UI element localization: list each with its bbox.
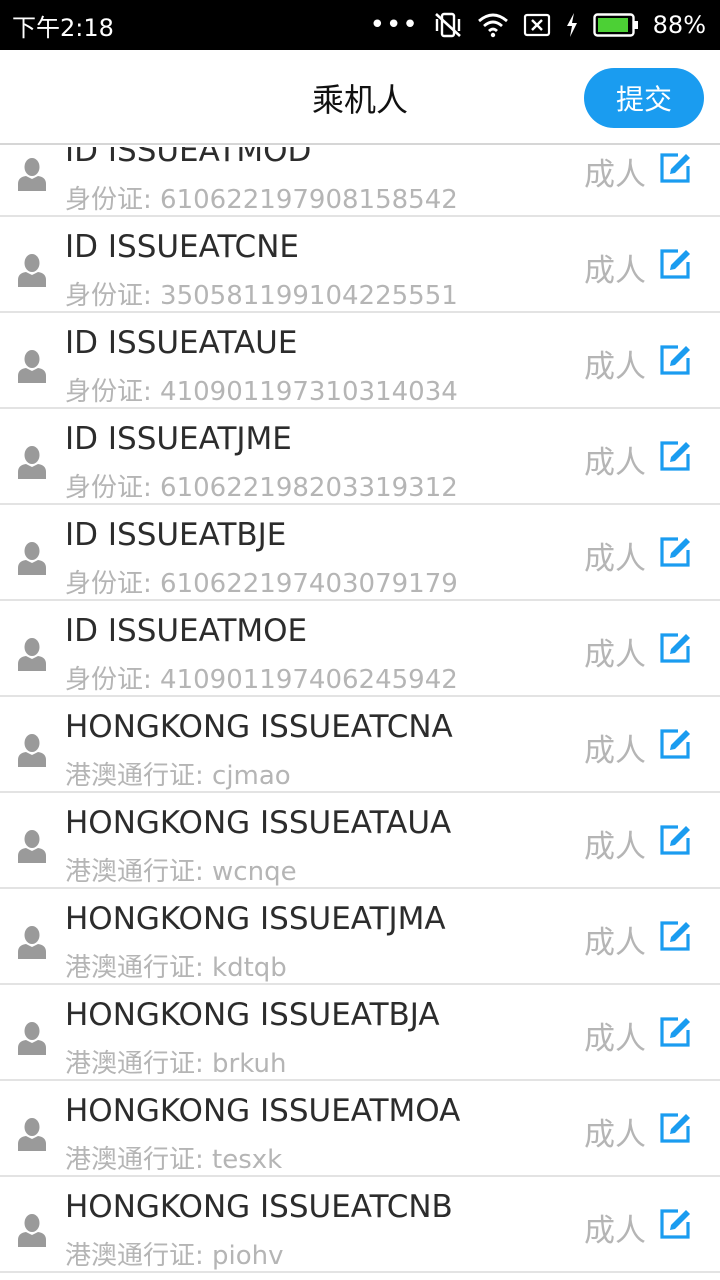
passenger-type: 成人 xyxy=(584,541,646,577)
edit-icon[interactable] xyxy=(658,1111,692,1145)
passenger-row[interactable]: HONGKONG ISSUEATCNA 港澳通行证: cjmao 成人 xyxy=(0,697,720,793)
app-header: 乘机人 提交 xyxy=(0,50,720,145)
passenger-name: HONGKONG ISSUEATJMA xyxy=(65,901,446,937)
passenger-list-content: ID ISSUEATMOD 身份证: 610622197908158542 成人… xyxy=(0,147,720,1273)
passenger-row[interactable]: ID ISSUEATJME 身份证: 610622198203319312 成人 xyxy=(0,409,720,505)
passenger-name: HONGKONG ISSUEATMOA xyxy=(65,1093,461,1129)
status-time: 下午2:18 xyxy=(12,13,114,42)
passenger-row[interactable]: ID ISSUEATAUE 身份证: 410901197310314034 成人 xyxy=(0,313,720,409)
edit-icon[interactable] xyxy=(658,727,692,761)
passenger-type: 成人 xyxy=(584,445,646,481)
passenger-type: 成人 xyxy=(584,1021,646,1057)
person-icon xyxy=(18,158,46,191)
passenger-row[interactable]: ID ISSUEATMOD 身份证: 610622197908158542 成人 xyxy=(0,147,720,217)
person-icon xyxy=(18,1118,46,1151)
edit-icon[interactable] xyxy=(658,1207,692,1241)
passenger-document: 港澳通行证: cjmao xyxy=(65,761,291,791)
person-icon xyxy=(18,446,46,479)
person-icon xyxy=(18,734,46,767)
person-icon xyxy=(18,1022,46,1055)
person-icon xyxy=(18,830,46,863)
passenger-document: 港澳通行证: tesxk xyxy=(65,1145,283,1175)
passenger-row[interactable]: HONGKONG ISSUEATAUA 港澳通行证: wcnqe 成人 xyxy=(0,793,720,889)
passenger-document: 港澳通行证: brkuh xyxy=(65,1049,287,1079)
passenger-name: ID ISSUEATCNE xyxy=(65,229,299,265)
vibrate-off-icon xyxy=(433,11,463,39)
passenger-document: 身份证: 410901197406245942 xyxy=(65,665,458,695)
passenger-document: 港澳通行证: piohv xyxy=(65,1241,284,1271)
battery-percent: 88% xyxy=(652,11,706,39)
wifi-icon xyxy=(477,12,509,38)
person-icon xyxy=(18,254,46,287)
passenger-list[interactable]: ID ISSUEATMOD 身份证: 610622197908158542 成人… xyxy=(0,147,720,1280)
passenger-name: ID ISSUEATAUE xyxy=(65,325,298,361)
passenger-name: HONGKONG ISSUEATCNB xyxy=(65,1189,453,1225)
status-bar: 下午2:18 ••• 88% xyxy=(0,0,720,50)
passenger-type: 成人 xyxy=(584,349,646,385)
passenger-type: 成人 xyxy=(584,829,646,865)
more-dots-icon: ••• xyxy=(369,10,419,40)
passenger-document: 身份证: 610622198203319312 xyxy=(65,473,458,503)
status-icons: ••• 88% xyxy=(370,11,706,39)
passenger-document: 港澳通行证: kdtqb xyxy=(65,953,287,983)
passenger-type: 成人 xyxy=(584,1213,646,1249)
edit-icon[interactable] xyxy=(658,439,692,473)
edit-icon[interactable] xyxy=(658,823,692,857)
person-icon xyxy=(18,926,46,959)
passenger-row[interactable]: ID ISSUEATBJE 身份证: 610622197403079179 成人 xyxy=(0,505,720,601)
person-icon xyxy=(18,638,46,671)
edit-icon[interactable] xyxy=(658,343,692,377)
passenger-document: 港澳通行证: wcnqe xyxy=(65,857,297,887)
passenger-document: 身份证: 610622197908158542 xyxy=(65,185,458,215)
edit-icon[interactable] xyxy=(658,247,692,281)
passenger-name: ID ISSUEATMOD xyxy=(65,147,312,169)
passenger-name: ID ISSUEATJME xyxy=(65,421,292,457)
person-icon xyxy=(18,542,46,575)
battery-icon xyxy=(592,13,639,37)
charging-bolt-icon xyxy=(565,12,579,38)
passenger-type: 成人 xyxy=(584,157,646,193)
passenger-document: 身份证: 410901197310314034 xyxy=(65,377,458,407)
person-icon xyxy=(18,1214,46,1247)
passenger-name: HONGKONG ISSUEATBJA xyxy=(65,997,440,1033)
passenger-type: 成人 xyxy=(584,253,646,289)
sim-off-icon xyxy=(523,13,551,37)
edit-icon[interactable] xyxy=(658,535,692,569)
passenger-document: 身份证: 610622197403079179 xyxy=(65,569,458,599)
passenger-row[interactable]: HONGKONG ISSUEATCNB 港澳通行证: piohv 成人 xyxy=(0,1177,720,1273)
passenger-row[interactable]: HONGKONG ISSUEATMOA 港澳通行证: tesxk 成人 xyxy=(0,1081,720,1177)
passenger-type: 成人 xyxy=(584,733,646,769)
passenger-name: ID ISSUEATMOE xyxy=(65,613,308,649)
passenger-row[interactable]: ID ISSUEATCNE 身份证: 350581199104225551 成人 xyxy=(0,217,720,313)
passenger-row[interactable]: HONGKONG ISSUEATJMA 港澳通行证: kdtqb 成人 xyxy=(0,889,720,985)
passenger-type: 成人 xyxy=(584,1117,646,1153)
passenger-name: ID ISSUEATBJE xyxy=(65,517,287,553)
passenger-type: 成人 xyxy=(584,637,646,673)
passenger-row[interactable]: HONGKONG ISSUEATBJA 港澳通行证: brkuh 成人 xyxy=(0,985,720,1081)
passenger-document: 身份证: 350581199104225551 xyxy=(65,281,458,311)
passenger-name: HONGKONG ISSUEATAUA xyxy=(65,805,452,841)
edit-icon[interactable] xyxy=(658,151,692,185)
passenger-name: HONGKONG ISSUEATCNA xyxy=(65,709,453,745)
edit-icon[interactable] xyxy=(658,631,692,665)
edit-icon[interactable] xyxy=(658,919,692,953)
passenger-type: 成人 xyxy=(584,925,646,961)
edit-icon[interactable] xyxy=(658,1015,692,1049)
person-icon xyxy=(18,350,46,383)
passenger-row[interactable]: ID ISSUEATMOE 身份证: 410901197406245942 成人 xyxy=(0,601,720,697)
submit-button[interactable]: 提交 xyxy=(584,68,704,128)
